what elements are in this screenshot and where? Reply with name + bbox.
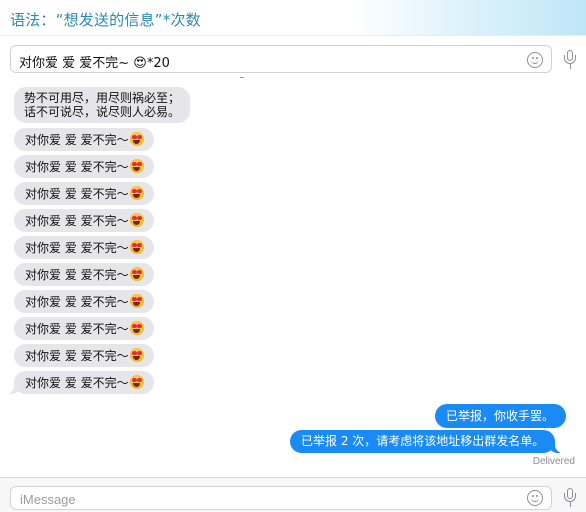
syntax-banner: 语法：“想发送的信息”*次数 bbox=[0, 0, 586, 36]
input-placeholder: iMessage bbox=[20, 492, 76, 507]
emoji-icon[interactable] bbox=[527, 52, 543, 68]
delivery-status: Delivered bbox=[532, 456, 575, 467]
outgoing-message: 已举报，你收手罢。 bbox=[435, 404, 567, 428]
message-line-1: 势不可用尽，用尽则祸必至； bbox=[24, 91, 181, 105]
heart-eyes-emoji bbox=[129, 321, 144, 335]
heart-eyes-emoji bbox=[129, 213, 144, 227]
compose-draft-text: 对你爱 爱 爱不完~ 😍*20 bbox=[19, 56, 170, 71]
heart-eyes-emoji bbox=[129, 294, 144, 308]
message-text: 已举报，你收手罢。 bbox=[446, 409, 555, 423]
heart-eyes-emoji bbox=[129, 159, 144, 173]
message-text: 对你爱 爱 爱不完～ bbox=[25, 376, 129, 390]
heart-eyes-emoji bbox=[129, 186, 144, 200]
message-text: 对你爱 爱 爱不完～ bbox=[25, 241, 129, 255]
message-text: 对你爱 爱 爱不完～ bbox=[25, 187, 129, 201]
incoming-message: 对你爱 爱 爱不完～ bbox=[14, 344, 154, 367]
heart-eyes-emoji bbox=[129, 267, 144, 281]
incoming-message: 对你爱 爱 爱不完～ bbox=[14, 209, 154, 232]
message-text: 对你爱 爱 爱不完～ bbox=[25, 268, 129, 282]
message-line-2: 话不可说尽，说尽则人必易。 bbox=[24, 105, 181, 119]
incoming-message: 对你爱 爱 爱不完～ bbox=[14, 155, 154, 178]
imessage-input[interactable]: iMessage bbox=[10, 486, 552, 510]
incoming-message: 对你爱 爱 爱不完～ bbox=[14, 128, 154, 151]
heart-eyes-emoji bbox=[129, 132, 144, 146]
divider-mark bbox=[240, 77, 244, 78]
microphone-icon[interactable] bbox=[563, 488, 577, 508]
message-text: 对你爱 爱 爱不完～ bbox=[25, 349, 129, 363]
message-text: 对你爱 爱 爱不完～ bbox=[25, 160, 129, 174]
heart-eyes-emoji bbox=[129, 375, 144, 389]
incoming-message: 对你爱 爱 爱不完～ bbox=[14, 182, 154, 205]
message-text: 已举报 2 次，请考虑将该地址移出群发名单。 bbox=[301, 434, 545, 448]
emoji-icon[interactable] bbox=[527, 490, 543, 506]
message-text: 对你爱 爱 爱不完～ bbox=[25, 133, 129, 147]
message-text: 对你爱 爱 爱不完～ bbox=[25, 214, 129, 228]
incoming-message: 势不可用尽，用尽则祸必至； 话不可说尽，说尽则人必易。 bbox=[14, 87, 191, 123]
compose-field-top[interactable]: 对你爱 爱 爱不完~ 😍*20 bbox=[10, 45, 552, 73]
heart-eyes-emoji bbox=[129, 348, 144, 362]
microphone-icon[interactable] bbox=[563, 50, 577, 70]
message-text: 对你爱 爱 爱不完～ bbox=[25, 295, 129, 309]
incoming-message: 对你爱 爱 爱不完～ bbox=[14, 290, 154, 313]
incoming-message: 对你爱 爱 爱不完～ bbox=[5, 371, 154, 394]
message-text: 对你爱 爱 爱不完～ bbox=[25, 322, 129, 336]
incoming-message: 对你爱 爱 爱不完～ bbox=[14, 236, 154, 259]
incoming-message: 对你爱 爱 爱不完～ bbox=[14, 317, 154, 340]
syntax-hint: 语法：“想发送的信息”*次数 bbox=[10, 11, 201, 29]
incoming-message: 对你爱 爱 爱不完～ bbox=[14, 263, 154, 286]
outgoing-message: 已举报 2 次，请考虑将该地址移出群发名单。 bbox=[290, 430, 565, 453]
heart-eyes-emoji bbox=[129, 240, 144, 254]
